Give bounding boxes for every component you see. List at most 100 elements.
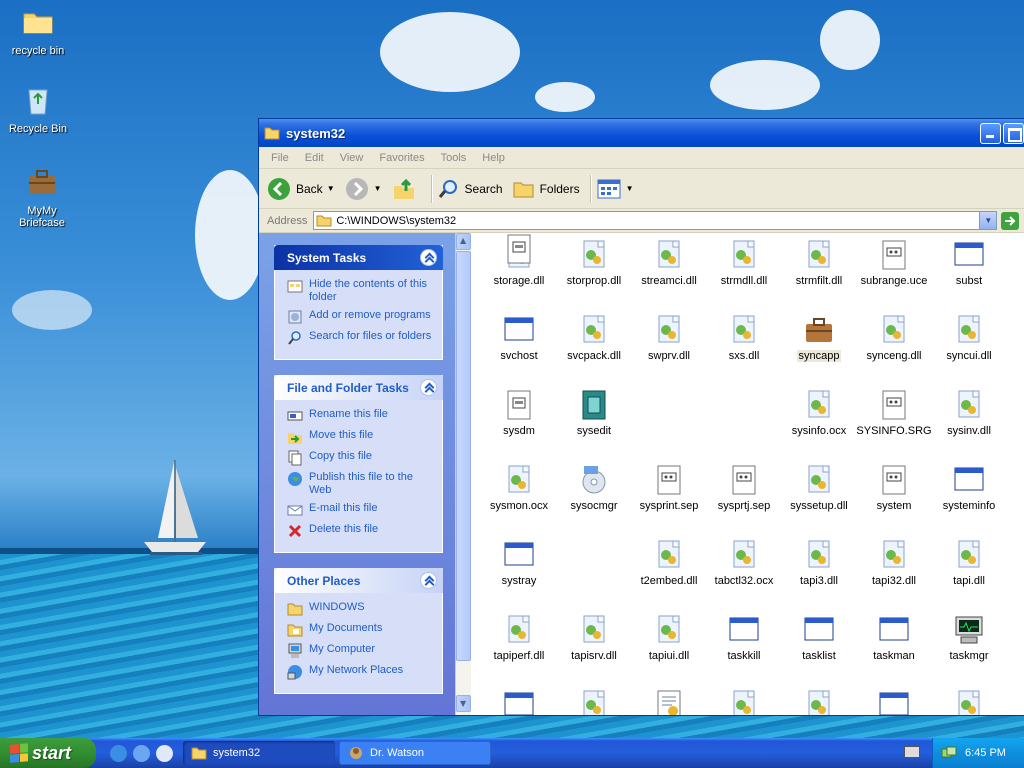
scroll-thumb[interactable]	[456, 251, 471, 661]
collapse-icon[interactable]	[420, 379, 437, 396]
file-item[interactable]: system	[856, 464, 932, 512]
file-item[interactable]	[556, 689, 632, 715]
panel-header[interactable]: System Tasks	[274, 245, 443, 270]
file-item[interactable]: tcmsetup	[481, 689, 557, 715]
file-item[interactable]	[706, 689, 782, 715]
menu-help[interactable]: Help	[474, 152, 513, 164]
file-item[interactable]: sysinv.dll	[931, 389, 1007, 437]
file-item[interactable]: sysedit	[556, 389, 632, 437]
file-item[interactable]: t2embed.dll	[631, 539, 707, 587]
taskbar-item-dr-watson[interactable]: Dr. Watson	[339, 741, 491, 765]
outlook-express-icon[interactable]	[133, 744, 150, 762]
panel-header[interactable]: File and Folder Tasks	[274, 375, 443, 400]
file-item[interactable]: SYSINFO.SRG	[856, 389, 932, 437]
address-input[interactable]: C:\WINDOWS\system32 ▼	[313, 211, 998, 230]
collapse-icon[interactable]	[420, 249, 437, 266]
place-my-documents[interactable]: My Documents	[287, 622, 434, 638]
file-item[interactable]: sysdm	[481, 389, 557, 437]
file-item[interactable]: sysinfo.ocx	[781, 389, 857, 437]
menu-favorites[interactable]: Favorites	[371, 152, 432, 164]
forward-button[interactable]: ▼	[345, 177, 382, 201]
file-item[interactable]: sysprint.sep	[631, 464, 707, 512]
exe-file-icon	[879, 617, 909, 641]
file-item[interactable]: taskmgr	[931, 614, 1007, 662]
file-item[interactable]: tabctl32.ocx	[706, 539, 782, 587]
task-rename-file[interactable]: Rename this file	[287, 408, 434, 424]
file-item[interactable]: syssetup.dll	[781, 464, 857, 512]
file-item[interactable]: syncui.dll	[931, 314, 1007, 362]
file-item[interactable]: tapi.dll	[931, 539, 1007, 587]
place-windows[interactable]: WINDOWS	[287, 601, 434, 617]
task-add-remove-programs[interactable]: Add or remove programs	[287, 309, 434, 325]
place-my-network-places[interactable]: My Network Places	[287, 664, 434, 680]
file-item[interactable]	[481, 233, 557, 269]
task-delete-file[interactable]: Delete this file	[287, 523, 434, 539]
file-item[interactable]: synceng.dll	[856, 314, 932, 362]
up-folder-button[interactable]	[392, 177, 421, 201]
clock[interactable]: 6:45 PM	[965, 747, 1006, 759]
taskbar-item-system32[interactable]: system32	[183, 741, 335, 765]
title-bar[interactable]: system32	[259, 119, 1024, 147]
file-item[interactable]: systray	[481, 539, 557, 587]
file-item[interactable]: sysprtj.sep	[706, 464, 782, 512]
views-button[interactable]: ▼	[597, 179, 634, 199]
task-publish-web[interactable]: Publish this file to the Web	[287, 471, 434, 497]
file-item[interactable]: tapisrv.dll	[556, 614, 632, 662]
menu-tools[interactable]: Tools	[433, 152, 475, 164]
address-dropdown-button[interactable]: ▼	[979, 212, 997, 229]
back-button[interactable]: Back ▼	[267, 177, 335, 201]
task-copy-file[interactable]: Copy this file	[287, 450, 434, 466]
menu-file[interactable]: File	[263, 152, 297, 164]
file-item[interactable]: swprv.dll	[631, 314, 707, 362]
go-button[interactable]	[1001, 211, 1020, 230]
file-item[interactable]: tasklist	[781, 614, 857, 662]
file-item[interactable]: tapi3.dll	[781, 539, 857, 587]
menu-view[interactable]: View	[332, 152, 372, 164]
file-item[interactable]: streamci.dll	[631, 239, 707, 287]
task-search-files[interactable]: Search for files or folders	[287, 330, 434, 346]
maximize-button[interactable]	[1003, 123, 1024, 144]
left-scrollbar[interactable]: ▲ ▼	[455, 233, 471, 715]
file-item[interactable]	[631, 689, 707, 715]
file-item[interactable]: tapiperf.dll	[481, 614, 557, 662]
file-item[interactable]: svcpack.dll	[556, 314, 632, 362]
file-item[interactable]: syncapp	[781, 314, 857, 362]
file-item[interactable]: storprop.dll	[556, 239, 632, 287]
desktop-icon-recycle-bin[interactable]: Recycle Bin	[0, 84, 76, 135]
file-item[interactable]: tapiui.dll	[631, 614, 707, 662]
file-item[interactable]: subst	[931, 239, 1007, 287]
file-item[interactable]: systeminfo	[931, 464, 1007, 512]
task-move-file[interactable]: Move this file	[287, 429, 434, 445]
file-item[interactable]: strmdll.dll	[706, 239, 782, 287]
file-item[interactable]	[931, 689, 1007, 715]
desktop-icon-recycle-bin-folder[interactable]: recycle bin	[0, 6, 76, 57]
menu-edit[interactable]: Edit	[297, 152, 332, 164]
keyboard-icon[interactable]	[904, 746, 920, 758]
file-item[interactable]: sysocmgr	[556, 464, 632, 512]
file-item[interactable]: sxs.dll	[706, 314, 782, 362]
scroll-up-button[interactable]: ▲	[456, 233, 471, 250]
file-item[interactable]: sysmon.ocx	[481, 464, 557, 512]
file-item[interactable]: taskkill	[706, 614, 782, 662]
file-item[interactable]: taskman	[856, 614, 932, 662]
panel-header[interactable]: Other Places	[274, 568, 443, 593]
file-item[interactable]: svchost	[481, 314, 557, 362]
minimize-button[interactable]	[980, 123, 1001, 144]
search-button[interactable]: Search	[438, 178, 503, 200]
internet-explorer-icon[interactable]	[110, 744, 127, 762]
file-item[interactable]	[781, 689, 857, 715]
start-button[interactable]: start	[0, 738, 96, 768]
desktop-icon-briefcase[interactable]: MyMy Briefcase	[4, 166, 80, 229]
task-hide-contents[interactable]: Hide the contents of this folder	[287, 278, 434, 304]
place-my-computer[interactable]: My Computer	[287, 643, 434, 659]
file-item[interactable]: tapi32.dll	[856, 539, 932, 587]
media-player-icon[interactable]	[156, 744, 173, 762]
collapse-icon[interactable]	[420, 572, 437, 589]
folders-button[interactable]: Folders	[513, 178, 580, 200]
task-email-file[interactable]: E-mail this file	[287, 502, 434, 518]
file-item[interactable]	[856, 689, 932, 715]
network-status-icon[interactable]	[941, 746, 957, 760]
file-item[interactable]: subrange.uce	[856, 239, 932, 287]
scroll-down-button[interactable]: ▼	[456, 695, 471, 712]
file-item[interactable]: strmfilt.dll	[781, 239, 857, 287]
